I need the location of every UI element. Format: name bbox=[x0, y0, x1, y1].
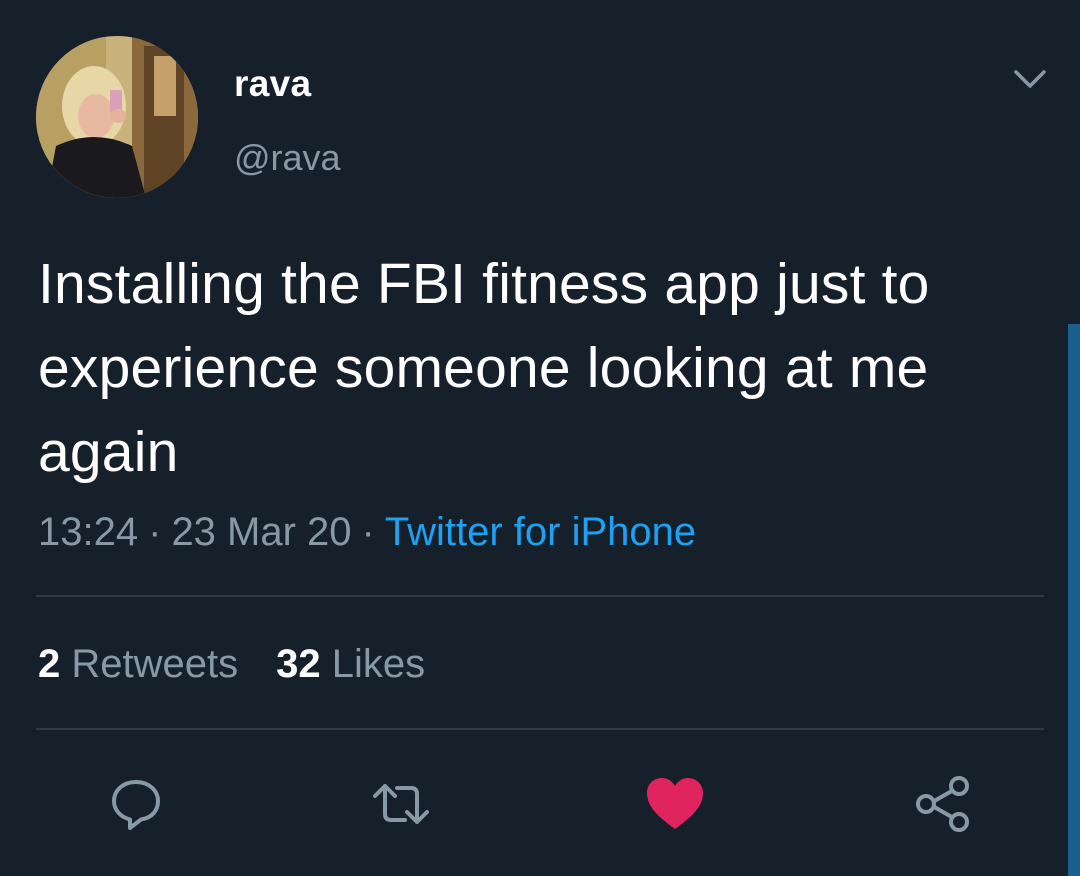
avatar-photo bbox=[36, 36, 198, 198]
scrollbar[interactable] bbox=[1068, 324, 1080, 876]
tweet-meta: 13:24 · 23 Mar 20 · Twitter for iPhone bbox=[38, 508, 696, 556]
tweet-detail: rava @rava Installing the FBI fitness ap… bbox=[0, 0, 1080, 876]
share-button[interactable] bbox=[911, 772, 975, 836]
avatar[interactable] bbox=[36, 36, 198, 198]
tweet-text: Installing the FBI fitness app just to e… bbox=[38, 252, 930, 484]
heart-icon bbox=[647, 778, 703, 829]
likes-count: 32 bbox=[276, 642, 321, 686]
retweets-count: 2 bbox=[38, 642, 61, 686]
retweets-stat[interactable]: 2 Retweets bbox=[38, 642, 238, 686]
divider bbox=[36, 728, 1044, 730]
meta-separator: · bbox=[361, 510, 375, 554]
retweet-icon bbox=[373, 784, 429, 824]
tweet-date: 23 Mar 20 bbox=[171, 510, 352, 554]
reply-button[interactable] bbox=[104, 772, 168, 836]
tweet-source-link[interactable]: Twitter for iPhone bbox=[385, 510, 696, 554]
share-icon bbox=[916, 776, 969, 832]
tweet-stats: 2 Retweets 32 Likes bbox=[38, 640, 425, 688]
likes-stat[interactable]: 32 Likes bbox=[276, 642, 425, 686]
retweets-label: Retweets bbox=[71, 642, 239, 686]
display-name[interactable]: rava bbox=[234, 62, 311, 106]
meta-separator: · bbox=[148, 510, 162, 554]
retweet-button[interactable] bbox=[369, 772, 433, 836]
likes-label: Likes bbox=[331, 642, 426, 686]
reply-bubble-icon bbox=[112, 780, 160, 830]
divider bbox=[36, 595, 1044, 597]
user-handle[interactable]: @rava bbox=[234, 136, 341, 180]
chevron-down-icon[interactable] bbox=[1011, 64, 1049, 94]
tweet-time: 13:24 bbox=[38, 510, 139, 554]
like-button[interactable] bbox=[643, 772, 707, 836]
